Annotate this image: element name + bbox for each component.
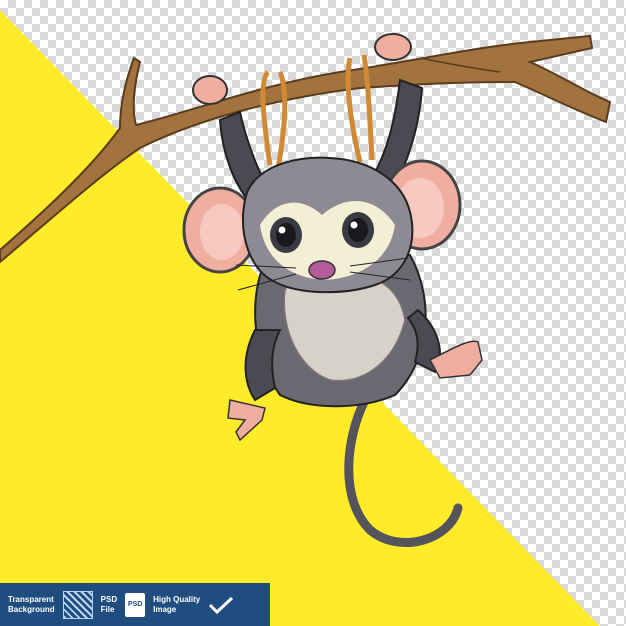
left-foot [227,399,266,442]
psd-file-label: PSD File [101,595,117,615]
transparent-grid-icon [62,590,93,619]
feature-badge: Transparent Background PSD File PSD High… [0,583,270,626]
hq-line1: High Quality [153,594,201,604]
nose [308,260,336,280]
left-eye [276,223,296,247]
psd-line1: PSD [100,594,118,604]
transparent-line1: Transparent [8,594,54,604]
hq-line2: Image [153,604,177,614]
psd-line2: File [100,604,115,614]
high-quality-label: High Quality Image [153,595,200,615]
checkmark-icon [209,596,234,614]
psd-file-icon: PSD [125,592,146,617]
transparent-line2: Background [8,604,55,614]
left-hand [192,75,228,105]
opossum-tail [344,395,463,548]
transparent-background-label: Transparent Background [8,595,55,615]
opossum-illustration [0,33,612,548]
right-hand [374,33,412,61]
right-eye [348,218,368,242]
